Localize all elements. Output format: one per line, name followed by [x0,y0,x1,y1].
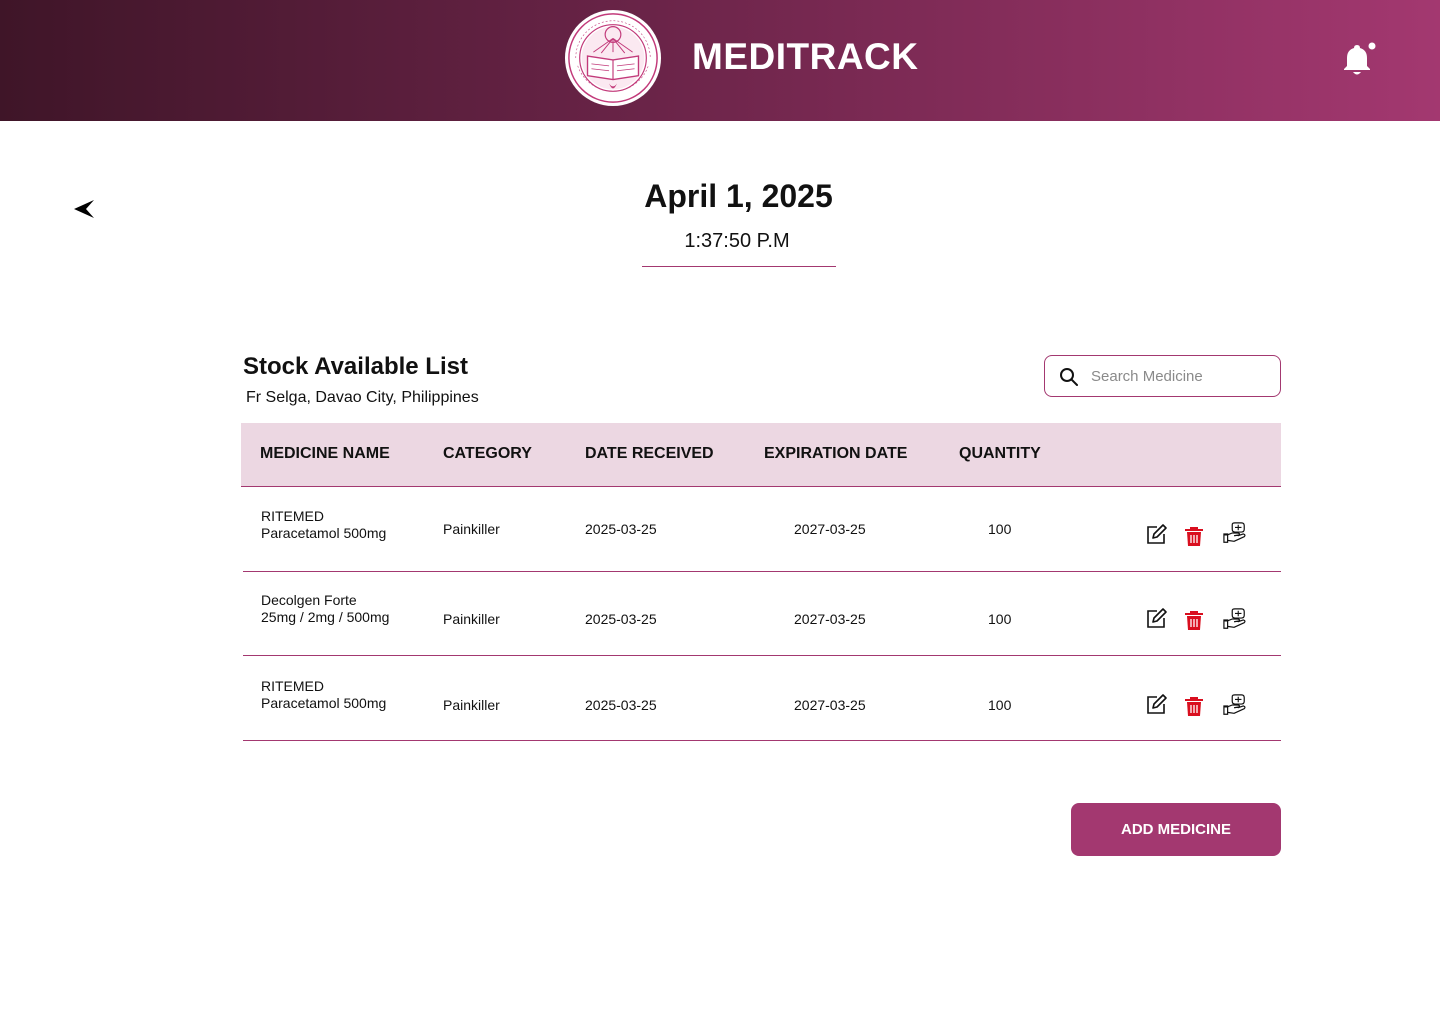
expiration-date: 2027-03-25 [794,697,866,713]
app-header: MEDITRACK [0,0,1440,121]
section-title: Stock Available List [243,353,468,380]
column-header-date-received[interactable]: DATE RECEIVED [585,445,714,463]
category: Painkiller [443,697,500,713]
add-medicine-button[interactable]: ADD MEDICINE [1071,803,1281,856]
dispense-hand-icon[interactable] [1223,693,1247,717]
date-received: 2025-03-25 [585,521,657,537]
category: Painkiller [443,611,500,627]
expiration-date: 2027-03-25 [794,521,866,537]
page: MEDITRACK April 1, 2025 1:37:50 P.M Stoc… [0,0,1440,1024]
edit-icon[interactable] [1144,693,1168,717]
table-row: Decolgen Forte 25mg / 2mg / 500mg Painki… [243,571,1281,656]
column-header-quantity[interactable]: QUANTITY [959,445,1041,463]
table-row: RITEMED Paracetamol 500mg Painkiller 202… [243,656,1281,741]
date-received: 2025-03-25 [585,611,657,627]
dispense-hand-icon[interactable] [1223,521,1247,545]
medicine-name: RITEMED Paracetamol 500mg [261,508,387,541]
location-subtitle: Fr Selga, Davao City, Philippines [246,389,479,406]
search-icon [1060,368,1078,386]
trash-icon[interactable] [1182,524,1206,548]
quantity: 100 [988,697,1012,713]
current-time: 1:37:50 P.M [684,230,790,252]
table-row: RITEMED Paracetamol 500mg Painkiller 202… [243,487,1281,572]
medicine-name: RITEMED Paracetamol 500mg [261,678,387,711]
trash-icon[interactable] [1182,608,1206,632]
medicine-name: Decolgen Forte 25mg / 2mg / 500mg [261,592,390,625]
edit-icon[interactable] [1144,523,1168,547]
column-header-category[interactable]: CATEGORY [443,445,532,463]
quantity: 100 [988,521,1012,537]
column-header-medicine-name[interactable]: MEDICINE NAME [260,445,390,463]
dispense-hand-icon[interactable] [1223,607,1247,631]
table-header: MEDICINE NAME CATEGORY DATE RECEIVED EXP… [241,423,1281,487]
app-title: MEDITRACK [692,36,919,77]
date-received: 2025-03-25 [585,697,657,713]
quantity: 100 [988,611,1012,627]
university-seal-icon [564,9,662,107]
current-date: April 1, 2025 [644,178,833,214]
bell-icon[interactable] [1338,40,1378,80]
trash-icon[interactable] [1182,694,1206,718]
date-divider [642,266,836,267]
search-input[interactable] [1091,364,1271,388]
edit-icon[interactable] [1144,607,1168,631]
column-header-expiration-date[interactable]: EXPIRATION DATE [764,445,907,463]
expiration-date: 2027-03-25 [794,611,866,627]
search-box[interactable] [1044,355,1281,397]
category: Painkiller [443,521,500,537]
